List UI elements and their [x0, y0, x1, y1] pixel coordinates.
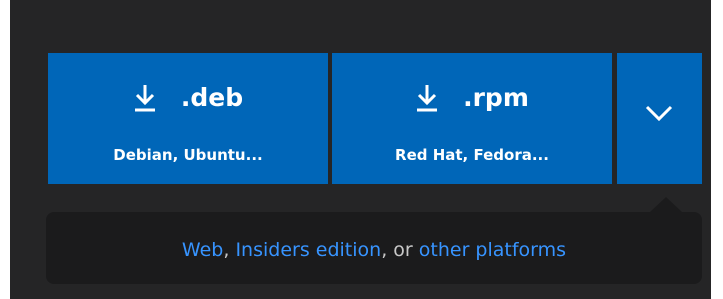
separator-comma: ,	[223, 239, 236, 261]
web-link[interactable]: Web	[182, 239, 223, 261]
popover-arrow	[650, 197, 682, 212]
other-platforms-link[interactable]: other platforms	[419, 239, 566, 261]
download-icon	[134, 85, 155, 112]
other-downloads-popover: Web, Insiders edition, or other platform…	[46, 212, 702, 284]
chevron-down-icon	[645, 105, 673, 121]
download-deb-button[interactable]: .deb Debian, Ubuntu...	[48, 53, 328, 184]
rpm-subtitle: Red Hat, Fedora...	[395, 146, 549, 164]
download-icon	[417, 85, 438, 112]
other-downloads-text: Web, Insiders edition, or other platform…	[46, 238, 702, 262]
download-panel: .deb Debian, Ubuntu... .rpm Red Hat, Fed…	[10, 0, 711, 299]
insiders-edition-link[interactable]: Insiders edition	[235, 239, 381, 261]
deb-button-main: .deb	[48, 83, 328, 113]
download-rpm-button[interactable]: .rpm Red Hat, Fedora...	[332, 53, 612, 184]
deb-subtitle: Debian, Ubuntu...	[113, 146, 263, 164]
deb-title: .deb	[180, 83, 244, 112]
rpm-title: .rpm	[463, 83, 529, 112]
more-downloads-dropdown-button[interactable]	[617, 53, 702, 184]
rpm-button-main: .rpm	[332, 83, 612, 113]
separator-or: , or	[381, 239, 419, 261]
